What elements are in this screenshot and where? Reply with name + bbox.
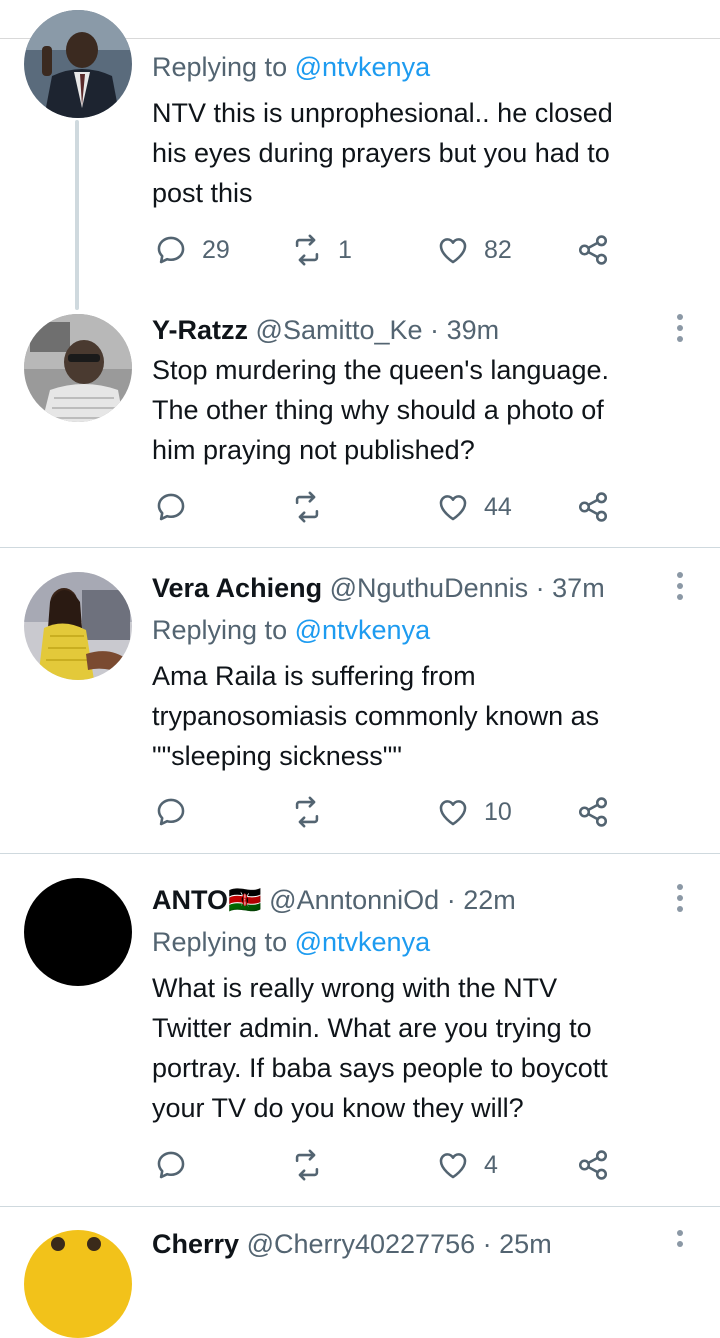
reply-button[interactable] <box>154 792 202 832</box>
share-icon <box>578 1150 608 1180</box>
retweet-button[interactable] <box>290 1145 338 1185</box>
user-handle[interactable]: @AnntonniOd <box>269 885 439 915</box>
share-button[interactable] <box>576 487 610 527</box>
retweet-icon <box>295 491 319 523</box>
more-options-button[interactable] <box>672 314 688 344</box>
more-options-button[interactable] <box>672 1230 688 1260</box>
display-name[interactable]: Y-Ratzz <box>152 315 248 345</box>
heart-icon <box>439 800 467 826</box>
reply-icon <box>157 493 185 521</box>
tweet-divider <box>0 853 720 854</box>
tweet-actions: 4 <box>152 1145 632 1185</box>
avatar[interactable] <box>24 1230 132 1338</box>
heart-icon <box>439 238 467 264</box>
share-button[interactable] <box>576 792 610 832</box>
reply-button[interactable] <box>154 1145 202 1185</box>
mention-link[interactable]: @ntvkenya <box>295 615 430 645</box>
more-options-button[interactable] <box>672 884 688 914</box>
tweet-timestamp[interactable]: 22m <box>463 885 516 915</box>
tweet-actions: 10 <box>152 792 632 832</box>
display-name[interactable]: Vera Achieng <box>152 573 322 603</box>
reply-count: 29 <box>202 235 230 264</box>
tweet-timestamp[interactable]: 39m <box>447 315 500 345</box>
thread-connector-line <box>75 120 79 310</box>
retweet-button[interactable] <box>290 487 338 527</box>
tweet-header: Cherry @Cherry40227756 · 25m <box>152 1229 552 1259</box>
replying-to-line: Replying to @ntvkenya <box>152 927 431 957</box>
like-button[interactable]: 82 <box>436 230 512 270</box>
reply-icon <box>157 236 185 264</box>
clipped-header-fragment <box>152 8 302 38</box>
like-button[interactable]: 4 <box>436 1145 498 1185</box>
retweet-icon <box>295 796 319 828</box>
avatar[interactable] <box>24 10 132 118</box>
like-count: 4 <box>484 1150 498 1179</box>
reply-button[interactable]: 29 <box>154 230 230 270</box>
like-button[interactable]: 10 <box>436 792 512 832</box>
avatar[interactable] <box>24 878 132 986</box>
retweet-icon <box>295 1149 319 1181</box>
tweet-header: ANTO🇰🇪 @AnntonniOd · 22m <box>152 885 516 915</box>
more-options-button[interactable] <box>672 572 688 602</box>
retweet-button[interactable]: 1 <box>290 230 352 270</box>
user-handle[interactable]: @NguthuDennis <box>330 573 529 603</box>
share-icon <box>578 492 608 522</box>
share-icon <box>578 235 608 265</box>
retweet-button[interactable] <box>290 792 338 832</box>
tweet-header: Y-Ratzz @Samitto_Ke · 39m <box>152 315 500 345</box>
reply-icon <box>157 1151 185 1179</box>
display-name[interactable]: Cherry <box>152 1229 239 1259</box>
user-handle[interactable]: @Cherry40227756 <box>247 1229 476 1259</box>
tweet-header: Vera Achieng @NguthuDennis · 37m <box>152 573 605 603</box>
retweet-count: 1 <box>338 235 352 264</box>
heart-icon <box>439 495 467 521</box>
mention-link[interactable]: @ntvkenya <box>295 927 430 957</box>
like-button[interactable]: 44 <box>436 487 512 527</box>
retweet-icon <box>295 234 319 266</box>
tweet-divider <box>0 547 720 548</box>
share-button[interactable] <box>576 1145 610 1185</box>
tweet-text: Ama Raila is suffering from trypanosomia… <box>152 661 600 771</box>
avatar[interactable] <box>24 572 132 680</box>
replying-to-line: Replying to @ntvkenya <box>152 615 431 645</box>
display-name[interactable]: ANTO <box>152 885 228 915</box>
reply-button[interactable] <box>154 487 202 527</box>
tweet-divider <box>0 1206 720 1207</box>
tweet-actions: 29 1 82 <box>152 230 632 270</box>
tweet-timestamp[interactable]: 25m <box>499 1229 552 1259</box>
tweet-text: What is really wrong with the NTV Twitte… <box>152 973 608 1123</box>
share-button[interactable] <box>576 230 610 270</box>
tweet-text: Stop murdering the queen's language. The… <box>152 355 609 465</box>
mention-link[interactable]: @ntvkenya <box>295 52 430 82</box>
heart-icon <box>439 1153 467 1179</box>
kenya-flag-emoji: 🇰🇪 <box>228 885 262 915</box>
share-icon <box>578 797 608 827</box>
replying-to-line: Replying to @ntvkenya <box>152 52 431 82</box>
tweet-timestamp[interactable]: 37m <box>552 573 605 603</box>
like-count: 82 <box>484 235 512 264</box>
like-count: 10 <box>484 797 512 826</box>
like-count: 44 <box>484 492 512 521</box>
tweet-text: NTV this is unprophesional.. he closed h… <box>152 98 613 208</box>
avatar[interactable] <box>24 314 132 422</box>
reply-icon <box>157 798 185 826</box>
user-handle[interactable]: @Samitto_Ke <box>256 315 423 345</box>
tweet-actions: 44 <box>152 487 632 527</box>
